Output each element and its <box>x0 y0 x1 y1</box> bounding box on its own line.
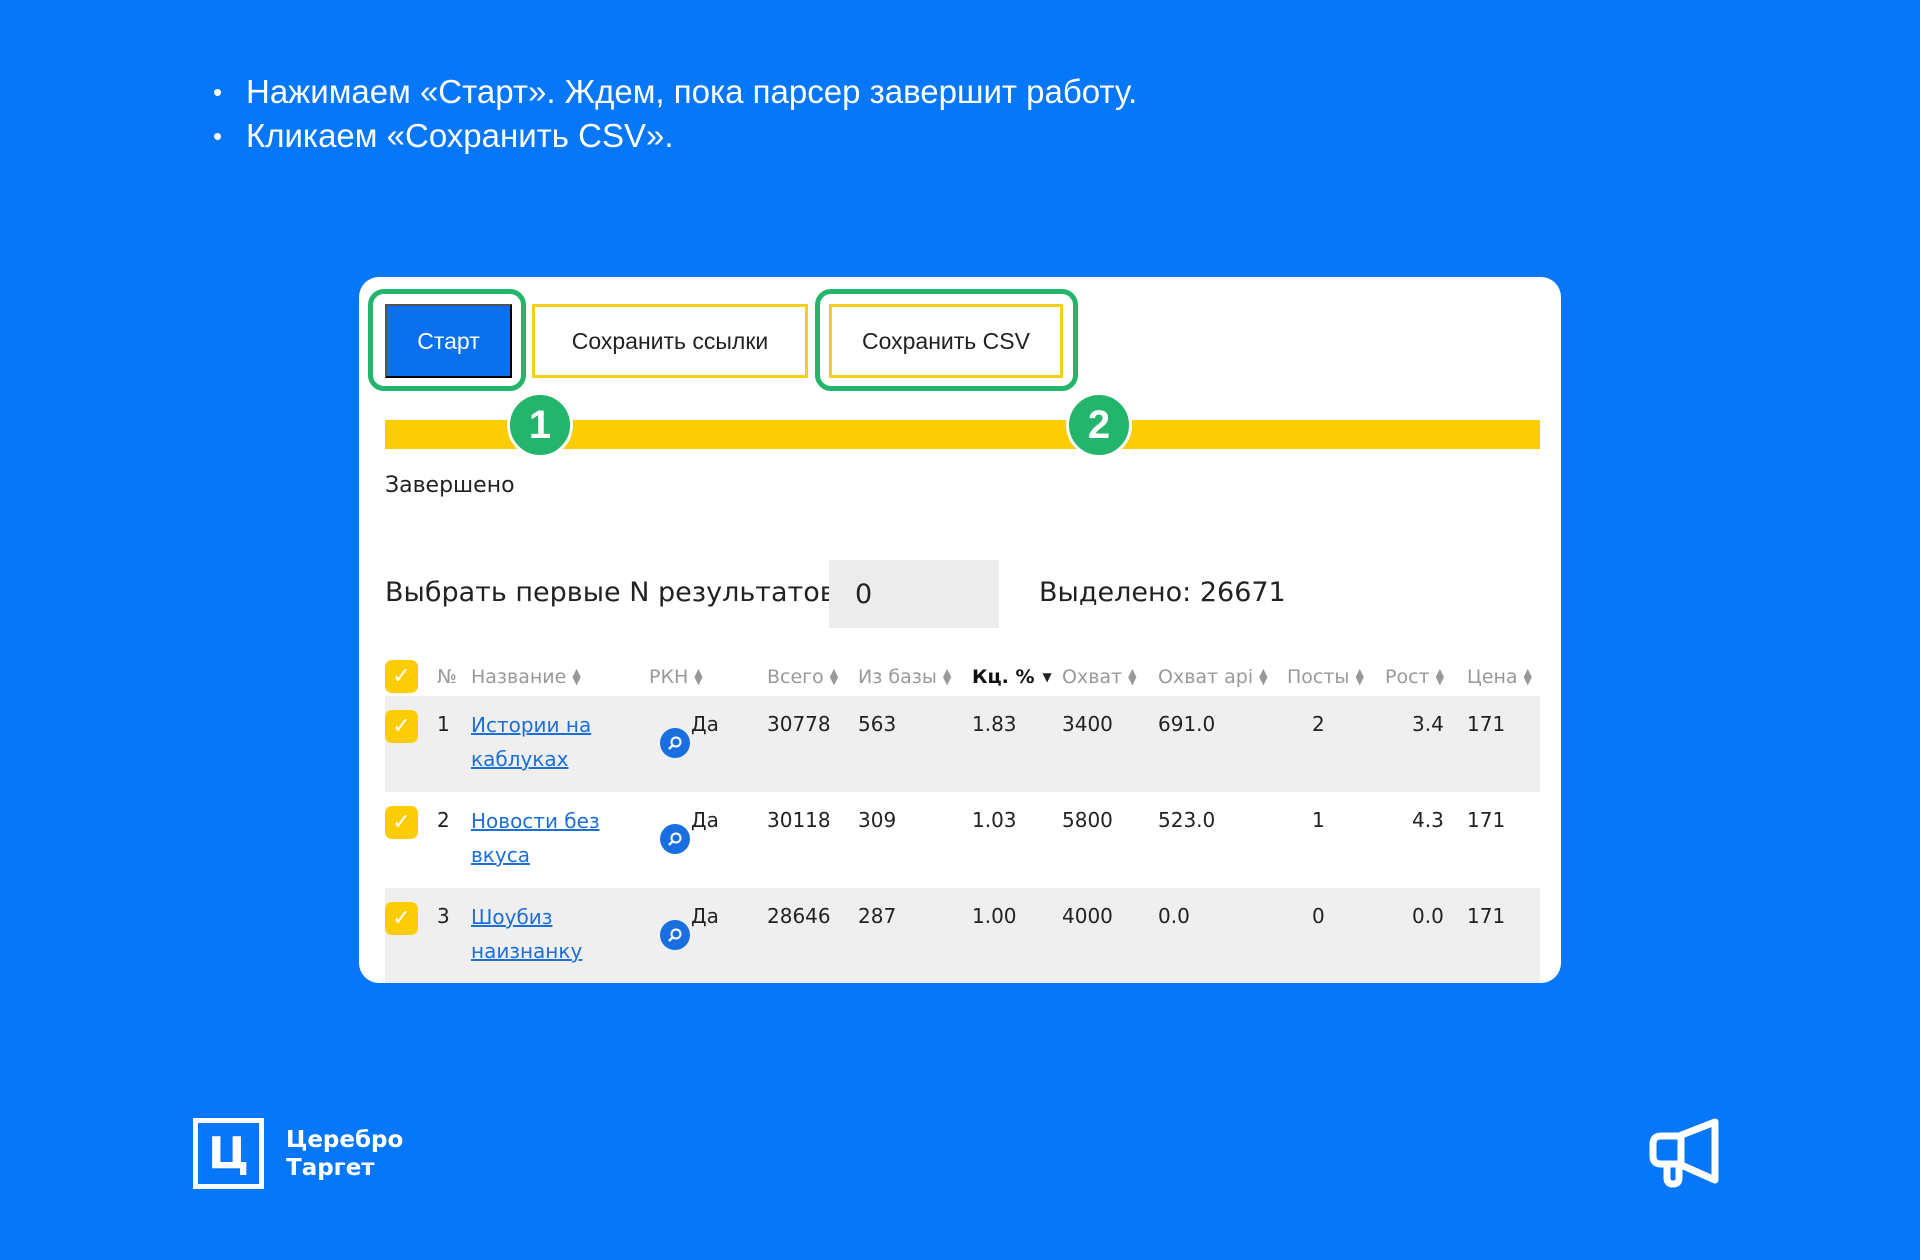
cell-price: 171 <box>1467 904 1506 928</box>
col-number: № <box>437 666 457 688</box>
channel-link[interactable]: Новости без вкуса <box>471 804 621 872</box>
search-icon[interactable] <box>660 920 690 950</box>
search-icon[interactable] <box>660 728 690 758</box>
sort-icon: ▲ ▼ <box>694 666 703 687</box>
channel-link[interactable]: Шоубиз наизнанку <box>471 900 621 968</box>
sort-icon: ▲ ▼ <box>572 666 581 687</box>
sort-icon: ▲ ▼ <box>1523 666 1532 687</box>
col-reach[interactable]: Охват ▲ ▼ <box>1062 666 1137 688</box>
check-icon: ✓ <box>392 810 411 835</box>
cell-reach-api: 691.0 <box>1158 712 1216 736</box>
select-n-label: Выбрать первые N результатов: <box>385 577 845 608</box>
cell-kc-percent: 1.83 <box>972 712 1017 736</box>
cell-growth: 4.3 <box>1412 808 1444 832</box>
cell-total: 28646 <box>767 904 831 928</box>
status-text: Завершено <box>385 473 515 498</box>
cell-posts: 0 <box>1312 904 1325 928</box>
step-badge-1: 1 <box>507 392 573 458</box>
row-checkbox[interactable]: ✓ <box>385 902 418 935</box>
col-growth[interactable]: Рост ▲ ▼ <box>1385 666 1444 688</box>
start-button[interactable]: Старт <box>385 304 512 378</box>
logo-text: Церебро Таргет <box>286 1126 403 1182</box>
select-n-input[interactable] <box>829 560 999 628</box>
sort-icon: ▲ ▼ <box>829 666 839 687</box>
sort-icon: ▲ ▼ <box>1435 666 1445 687</box>
cell-total: 30118 <box>767 808 831 832</box>
col-name[interactable]: Название ▲ ▼ <box>471 666 581 688</box>
sort-desc-icon: ▼ <box>1042 670 1052 684</box>
cell-number: 1 <box>437 712 450 736</box>
brand-logo: Ц Церебро Таргет <box>193 1118 403 1189</box>
sort-icon: ▲ ▼ <box>1128 666 1137 687</box>
cell-price: 171 <box>1467 712 1506 736</box>
instruction-item: Кликаем «Сохранить CSV». <box>208 114 1137 158</box>
instruction-list: Нажимаем «Старт». Ждем, пока парсер заве… <box>208 70 1137 158</box>
logo-line-2: Таргет <box>286 1154 375 1181</box>
save-csv-button[interactable]: Сохранить CSV <box>829 304 1063 378</box>
col-total[interactable]: Всего ▲ ▼ <box>767 666 838 688</box>
table-row: ✓ 1 Истории на каблуках Да 30778 563 1.8… <box>385 696 1540 792</box>
select-all-checkbox[interactable]: ✓ <box>385 660 418 693</box>
cell-reach: 3400 <box>1062 712 1113 736</box>
table-header: ✓ № Название ▲ ▼ РКН ▲ ▼ Всего ▲ ▼ Из базы ▲ ▼ К… <box>385 658 1540 696</box>
logo-mark: Ц <box>193 1118 264 1189</box>
col-reach-api[interactable]: Охват api ▲ ▼ <box>1158 666 1268 688</box>
cell-kc-percent: 1.00 <box>972 904 1017 928</box>
check-icon: ✓ <box>392 906 411 931</box>
step-badge-2: 2 <box>1066 392 1132 458</box>
cell-total: 30778 <box>767 712 831 736</box>
row-checkbox[interactable]: ✓ <box>385 710 418 743</box>
col-rkn[interactable]: РКН ▲ ▼ <box>649 666 703 688</box>
cell-growth: 0.0 <box>1412 904 1444 928</box>
cell-reach-api: 0.0 <box>1158 904 1190 928</box>
cell-posts: 1 <box>1312 808 1325 832</box>
cell-reach: 5800 <box>1062 808 1113 832</box>
parser-panel: Старт Сохранить ссылки Сохранить CSV 1 2… <box>359 277 1561 983</box>
cell-posts: 2 <box>1312 712 1325 736</box>
cell-number: 2 <box>437 808 450 832</box>
cell-from-base: 309 <box>858 808 897 832</box>
channel-link[interactable]: Истории на каблуках <box>471 708 621 776</box>
sort-icon: ▲ ▼ <box>1259 666 1268 687</box>
sort-icon: ▲ ▼ <box>942 666 952 687</box>
col-from-base[interactable]: Из базы ▲ ▼ <box>858 666 951 688</box>
table-row: ✓ 3 Шоубиз наизнанку Да 28646 287 1.00 4… <box>385 888 1540 983</box>
cell-growth: 3.4 <box>1412 712 1444 736</box>
cell-rkn: Да <box>691 712 719 736</box>
cell-rkn: Да <box>691 808 719 832</box>
cell-kc-percent: 1.03 <box>972 808 1017 832</box>
col-posts[interactable]: Посты ▲ ▼ <box>1287 666 1364 688</box>
col-kc-percent[interactable]: Кц. % ▼ <box>972 666 1052 688</box>
row-checkbox[interactable]: ✓ <box>385 806 418 839</box>
cell-from-base: 287 <box>858 904 897 928</box>
cell-from-base: 563 <box>858 712 897 736</box>
logo-line-1: Церебро <box>286 1126 404 1153</box>
cell-rkn: Да <box>691 904 719 928</box>
megaphone-icon <box>1649 1118 1719 1188</box>
sort-icon: ▲ ▼ <box>1355 666 1364 687</box>
results-table: ✓ № Название ▲ ▼ РКН ▲ ▼ Всего ▲ ▼ Из базы ▲ ▼ К… <box>385 658 1540 983</box>
cell-number: 3 <box>437 904 450 928</box>
selected-count: Выделено: 26671 <box>1039 577 1286 608</box>
search-icon[interactable] <box>660 824 690 854</box>
check-icon: ✓ <box>392 714 411 739</box>
cell-price: 171 <box>1467 808 1506 832</box>
table-row: ✓ 2 Новости без вкуса Да 30118 309 1.03 … <box>385 792 1540 888</box>
cell-reach: 4000 <box>1062 904 1113 928</box>
instruction-item: Нажимаем «Старт». Ждем, пока парсер заве… <box>208 70 1137 114</box>
col-price[interactable]: Цена ▲ ▼ <box>1467 666 1532 688</box>
cell-reach-api: 523.0 <box>1158 808 1216 832</box>
check-icon: ✓ <box>392 664 411 689</box>
save-links-button[interactable]: Сохранить ссылки <box>532 304 808 378</box>
